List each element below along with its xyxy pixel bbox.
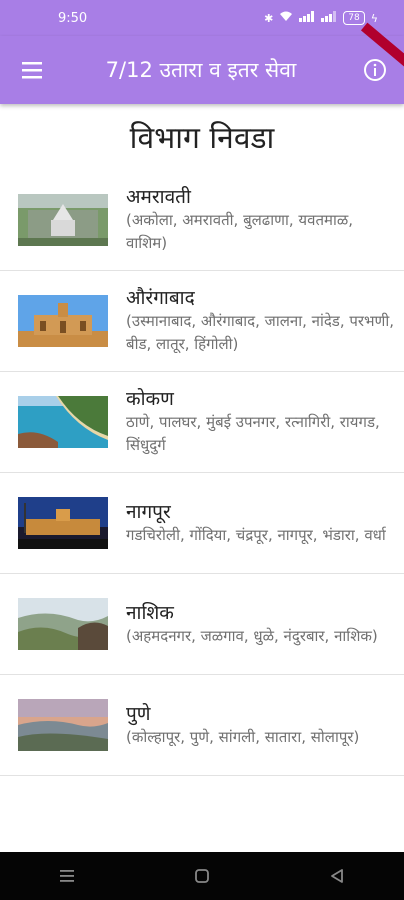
back-button[interactable] (317, 856, 357, 896)
division-item-amravati[interactable]: अमरावती (अकोला, अमरावती, बुलढाणा, यवतमाळ… (0, 170, 404, 271)
division-districts: (अहमदनगर, जळगाव, धुळे, नंदुरबार, नाशिक) (126, 626, 378, 645)
division-image-nagpur (18, 497, 108, 549)
signal-icon (299, 11, 315, 25)
info-icon (364, 59, 386, 81)
division-item-konkan[interactable]: कोकण ठाणे, पालघर, मुंबई उपनगर, रत्नागिरी… (0, 372, 404, 473)
division-image-nashik (18, 598, 108, 650)
status-time: 9:50 (58, 10, 88, 26)
bluetooth-icon: ✱ (264, 11, 274, 25)
division-districts: ठाणे, पालघर, मुंबई उपनगर, रत्नागिरी, राय… (126, 413, 380, 454)
page-title: विभाग निवडा (129, 121, 275, 156)
division-name: कोकण (126, 388, 174, 410)
home-icon (195, 869, 209, 883)
division-name: अमरावती (126, 186, 191, 208)
app-title: 7/12 उतारा व इतर सेवा (105, 58, 297, 82)
signal-2-icon (321, 11, 337, 25)
menu-icon (22, 62, 42, 79)
division-districts: (अकोला, अमरावती, बुलढाणा, यवतमाळ, वाशिम) (126, 211, 354, 252)
division-name: नागपूर (126, 500, 171, 523)
back-icon (330, 869, 343, 883)
division-image-pune (18, 699, 108, 751)
division-image-aurangabad (18, 295, 108, 347)
battery-indicator: 78 (343, 11, 365, 25)
division-districts: (कोल्हापूर, पुणे, सांगली, सातारा, सोलापू… (126, 727, 360, 746)
system-nav-bar (0, 852, 404, 900)
status-icons: ✱ 78 ϟ (264, 11, 378, 25)
division-item-nagpur[interactable]: नागपूर गडचिरोली, गोंदिया, चंद्रपूर, नागप… (0, 473, 404, 574)
division-item-aurangabad[interactable]: औरंगाबाद (उस्मानाबाद, औरंगाबाद, जालना, न… (0, 271, 404, 372)
division-image-amravati (18, 194, 108, 246)
division-districts: (उस्मानाबाद, औरंगाबाद, जालना, नांदेड, पर… (126, 312, 395, 353)
status-bar: 9:50 ✱ 78 ϟ (0, 0, 404, 36)
division-name: पुणे (126, 702, 151, 725)
menu-button[interactable] (0, 36, 64, 104)
division-item-pune[interactable]: पुणे (कोल्हापूर, पुणे, सांगली, सातारा, स… (0, 675, 404, 776)
app-bar: 7/12 उतारा व इतर सेवा (0, 36, 404, 104)
charging-icon: ϟ (370, 11, 378, 25)
division-name: औरंगाबाद (126, 287, 195, 309)
division-list: अमरावती (अकोला, अमरावती, बुलढाणा, यवतमाळ… (0, 170, 404, 776)
division-image-konkan (18, 396, 108, 448)
division-name: नाशिक (126, 601, 174, 624)
recent-apps-icon (60, 870, 75, 882)
recent-apps-button[interactable] (47, 856, 87, 896)
wifi-icon (279, 11, 293, 25)
division-districts: गडचिरोली, गोंदिया, चंद्रपूर, नागपूर, भंड… (126, 525, 386, 544)
division-item-nashik[interactable]: नाशिक (अहमदनगर, जळगाव, धुळे, नंदुरबार, न… (0, 574, 404, 675)
home-button[interactable] (182, 856, 222, 896)
